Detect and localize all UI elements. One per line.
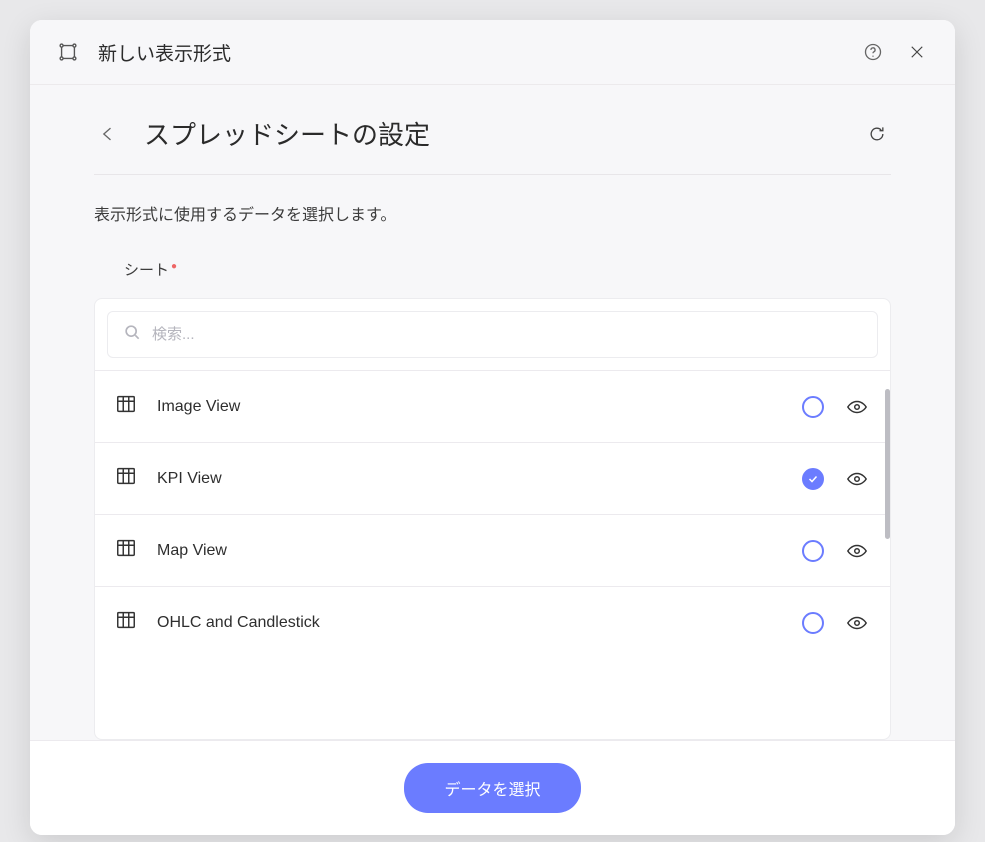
select-radio[interactable]	[802, 540, 824, 562]
description-text: 表示形式に使用するデータを選択します。	[94, 201, 891, 225]
required-indicator: ●	[171, 261, 177, 272]
sheet-name: KPI View	[157, 470, 782, 488]
search-icon	[122, 322, 142, 347]
sheet-label-text: シート	[124, 262, 169, 279]
table-icon	[115, 465, 137, 492]
search-box[interactable]	[107, 311, 878, 358]
sheet-section-label: シート●	[124, 259, 891, 280]
search-wrap	[95, 299, 890, 370]
preview-button[interactable]	[844, 466, 870, 492]
select-radio[interactable]	[802, 396, 824, 418]
sheet-list[interactable]: Image View	[95, 370, 890, 739]
modal-body: スプレッドシートの設定 表示形式に使用するデータを選択します。 シート●	[30, 85, 955, 740]
sheet-name: Map View	[157, 542, 782, 560]
sheet-name: OHLC and Candlestick	[157, 614, 782, 632]
scrollbar-thumb[interactable]	[885, 389, 890, 539]
back-button[interactable]	[94, 120, 122, 148]
help-button[interactable]	[859, 38, 887, 66]
select-radio[interactable]	[802, 612, 824, 634]
preview-button[interactable]	[844, 610, 870, 636]
search-input[interactable]	[152, 326, 863, 343]
view-type-icon	[54, 38, 82, 66]
sheet-row[interactable]: Map View	[95, 514, 890, 586]
sheet-list-panel: Image View	[94, 298, 891, 740]
page-title: スプレッドシートの設定	[144, 115, 841, 152]
modal-footer: データを選択	[30, 740, 955, 835]
table-icon	[115, 537, 137, 564]
preview-button[interactable]	[844, 394, 870, 420]
modal-header: 新しい表示形式	[30, 20, 955, 85]
sheet-row[interactable]: Image View	[95, 370, 890, 442]
table-icon	[115, 393, 137, 420]
table-icon	[115, 609, 137, 636]
sheet-row[interactable]: OHLC and Candlestick	[95, 586, 890, 658]
subheader: スプレッドシートの設定	[94, 115, 891, 175]
refresh-button[interactable]	[863, 120, 891, 148]
sheet-name: Image View	[157, 398, 782, 416]
close-button[interactable]	[903, 38, 931, 66]
modal-title: 新しい表示形式	[98, 39, 843, 66]
select-data-button[interactable]: データを選択	[404, 763, 580, 813]
select-radio[interactable]	[802, 468, 824, 490]
preview-button[interactable]	[844, 538, 870, 564]
new-view-modal: 新しい表示形式 スプレッドシートの設定	[30, 20, 955, 835]
sheet-row[interactable]: KPI View	[95, 442, 890, 514]
